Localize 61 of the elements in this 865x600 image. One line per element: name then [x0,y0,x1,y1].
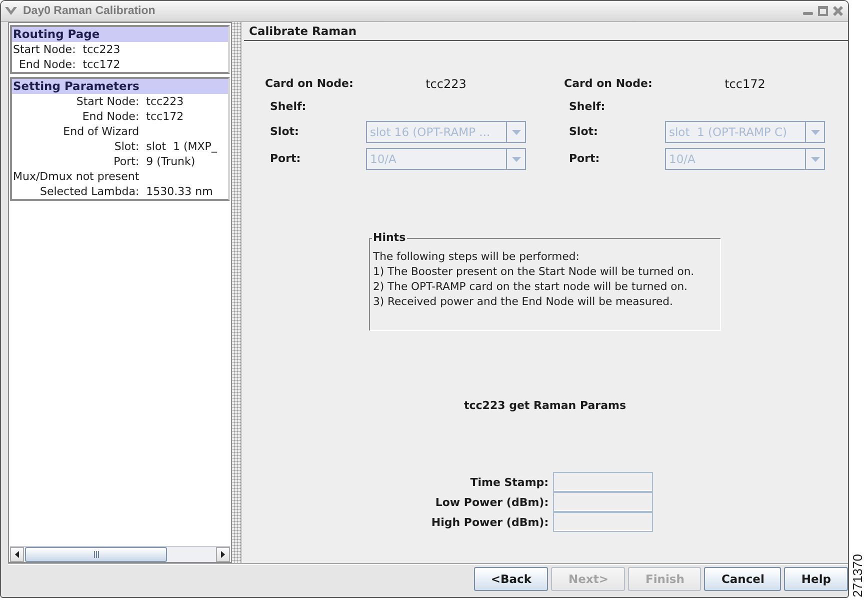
scrollbar-thumb[interactable] [25,547,167,562]
parameter-label: End Node: [81,109,140,124]
input-field[interactable] [552,472,653,492]
parameter-value: tcc172 [82,57,122,72]
field-label: Low Power (dBm): [435,496,549,508]
parameter-value: 9 (Trunk) [146,154,196,169]
maximize-icon[interactable] [818,6,828,16]
hint-line: 2) The OPT-RAMP card on the start node will be turned on. [373,279,688,294]
parameter-label: Mux/Dmux not present [13,169,140,184]
input-field[interactable] [552,492,653,512]
page-title: Calibrate Raman [249,23,357,39]
parameter-label: Start Node: [13,42,76,57]
section-header: Routing Page [12,27,228,42]
field-label: Time Stamp: [470,476,549,488]
chevron-down-icon[interactable] [5,7,17,15]
field-label: Port: [269,151,301,167]
input-field[interactable] [552,512,653,532]
status-text: tcc223 get Raman Params [464,398,626,413]
node-label: Card on Node: [564,76,652,92]
minimize-icon[interactable] [803,12,813,15]
field-label: Shelf: [568,99,606,115]
hint-line: 1) The Booster present on the Start Node will be turned on. [373,264,696,279]
field-label: Slot: [269,124,299,140]
node-label: Card on Node: [265,76,354,92]
caret-down-icon [512,156,520,162]
parameter-label: Start Node: [75,94,140,109]
parameter-label: Slot: [113,139,140,154]
field-label: Slot: [568,124,598,140]
panel-title: Hints [372,231,407,245]
field-label: Port: [568,151,600,167]
caret-down-icon [810,130,820,134]
section-header: Setting Parameters [12,79,228,94]
parameter-value: tcc223 [146,94,185,109]
window-title: Day0 Raman Calibration [23,5,156,17]
wizard-button[interactable]: Help [784,567,848,591]
wizard-button[interactable]: Cancel [704,567,782,591]
parameter-value: tcc223 [82,42,122,57]
caret-down-icon [512,130,520,134]
wizard-button[interactable]: <Back [474,567,548,591]
scroll-right-button[interactable] [216,547,230,562]
hint-line: The following steps will be performed: [373,249,580,264]
right-triangle-icon [221,551,225,558]
hint-line: 3) Received power and the End Node will be measured. [373,294,674,309]
node-name: tcc223 [426,76,466,93]
grip-icon [94,551,98,558]
parameter-value: slot 1 (MXP_ [146,139,218,154]
caret-down-icon [810,156,820,162]
splitter-handle[interactable] [232,22,241,563]
parameter-value: tcc172 [146,109,185,124]
close-icon[interactable] [833,6,843,16]
parameter-label: Selected Lambda: [38,184,140,199]
parameter-value: 1530.33 nm [146,184,214,199]
parameter-label: End of Wizard [62,124,140,139]
field-label: Shelf: [269,99,306,115]
scroll-left-button[interactable] [10,547,24,562]
field-label: High Power (dBm): [431,516,549,528]
figure-number: 271370 [850,554,864,597]
left-triangle-icon [15,551,19,558]
parameter-label: End Node: [18,57,76,72]
parameter-label: Port: [112,154,140,169]
node-name: tcc172 [724,76,766,93]
